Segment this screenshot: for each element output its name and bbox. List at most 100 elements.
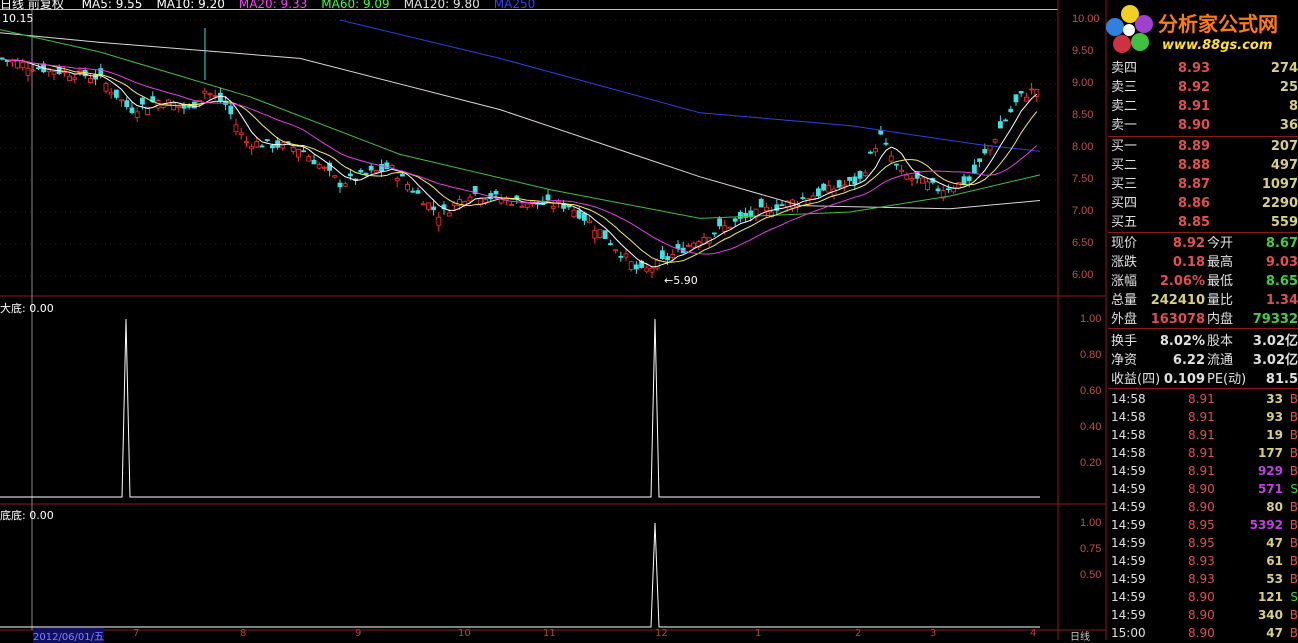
ma-label: MA60: 9.09 <box>321 0 390 11</box>
month-tick: 1 <box>755 628 762 639</box>
ma-label: MA5: 9.55 <box>81 0 143 11</box>
candle <box>691 242 696 248</box>
candle <box>129 107 135 113</box>
candle <box>431 206 437 211</box>
candle <box>207 92 213 95</box>
candle <box>509 204 515 206</box>
orderbook-row: 买二 8.88 497 <box>1111 158 1298 173</box>
month-tick: 10 <box>458 628 471 639</box>
orderbook-row: 卖二 8.91 8 <box>1111 99 1298 114</box>
price-tick: 9.00 <box>1072 77 1094 89</box>
indicator1-label: 大底: 0.00 <box>0 302 54 315</box>
candle <box>254 141 260 148</box>
orderbook-row: 卖四 8.93 274 <box>1111 61 1298 76</box>
candle <box>946 188 951 191</box>
candle <box>732 218 738 222</box>
ind1-tick: 0.20 <box>1080 457 1102 469</box>
candle <box>295 149 301 158</box>
candle <box>1013 94 1019 103</box>
candle <box>337 182 343 188</box>
candle <box>623 253 629 258</box>
candle <box>602 230 608 239</box>
candle <box>290 146 296 152</box>
candle <box>628 261 634 270</box>
candle <box>779 204 785 207</box>
candle <box>483 199 489 203</box>
candle <box>712 232 717 235</box>
month-tick: 11 <box>543 628 556 639</box>
candle <box>368 165 374 171</box>
orderbook-row: 卖三 8.92 25 <box>1111 80 1298 95</box>
candle <box>347 173 353 177</box>
candle <box>301 150 307 153</box>
ma-label: MA250 <box>493 0 536 11</box>
candle <box>758 198 764 208</box>
candle <box>51 71 57 75</box>
candle <box>425 202 431 210</box>
price-tick: 8.00 <box>1072 141 1094 153</box>
candle <box>686 244 691 247</box>
trade-row: 14:59 8.90 80 B <box>1111 500 1298 514</box>
candle <box>576 210 582 219</box>
ind2-tick: 0.50 <box>1080 569 1102 581</box>
candle <box>592 229 598 239</box>
price-tick: 10.00 <box>1072 13 1100 25</box>
ind1-tick: 1.00 <box>1080 313 1102 325</box>
candle <box>800 197 806 199</box>
month-tick: 4 <box>1030 628 1037 639</box>
quote-row: 外盘 163078 内盘 79332 <box>1111 312 1298 327</box>
candle <box>446 212 452 217</box>
ma250-line <box>339 19 1041 152</box>
candle <box>280 142 286 149</box>
indicator-lines <box>0 318 1040 628</box>
trade-row: 14:59 8.91 929 B <box>1111 464 1298 478</box>
candle <box>275 140 281 148</box>
candle <box>415 190 421 194</box>
quote-row: 净资 6.22 流通 3.02亿 <box>1111 353 1298 368</box>
trade-row: 14:58 8.91 33 B <box>1111 392 1298 406</box>
candle <box>644 267 650 272</box>
candle <box>597 229 603 238</box>
candle <box>103 83 109 92</box>
candle <box>519 205 525 208</box>
candle <box>878 129 884 135</box>
ma-header: 日线 前复权 MA5: 9.55 MA10: 9.20 MA20: 9.33 MA60… <box>0 0 563 12</box>
candle <box>821 183 826 191</box>
candle <box>582 212 587 221</box>
candle <box>956 182 962 189</box>
kline-chart[interactable] <box>0 0 1298 640</box>
trade-row: 14:59 8.93 61 B <box>1111 554 1298 568</box>
candle <box>660 250 665 259</box>
candle <box>727 226 733 229</box>
candle <box>25 67 31 76</box>
indicator2-label: 底底: 0.00 <box>0 509 54 522</box>
candle <box>176 105 182 108</box>
candle <box>358 169 364 173</box>
period-label[interactable]: 日线 <box>1070 628 1090 643</box>
candle <box>405 184 411 191</box>
candle <box>873 148 878 153</box>
candle <box>550 206 556 209</box>
price-tick: 9.50 <box>1072 45 1094 57</box>
candle <box>618 255 624 258</box>
candle <box>1029 88 1034 91</box>
candle <box>467 196 473 202</box>
candle <box>72 77 78 80</box>
candle <box>935 188 941 192</box>
candle <box>321 166 327 169</box>
candle <box>868 151 873 154</box>
ind1-tick: 0.40 <box>1080 421 1102 433</box>
quote-row: 换手 8.02% 股本 3.02亿 <box>1111 334 1298 349</box>
candle <box>88 77 93 83</box>
orderbook-row: 买四 8.86 2290 <box>1111 196 1298 211</box>
candle <box>36 67 41 69</box>
candle <box>15 60 21 69</box>
ma-label: MA120: 9.80 <box>403 0 480 11</box>
trade-row: 14:59 8.90 340 B <box>1111 608 1298 622</box>
month-tick: 8 <box>240 628 247 639</box>
candle <box>108 91 114 95</box>
candle <box>545 194 551 201</box>
candle <box>925 181 930 190</box>
candles <box>0 28 1040 279</box>
candle <box>826 185 832 193</box>
